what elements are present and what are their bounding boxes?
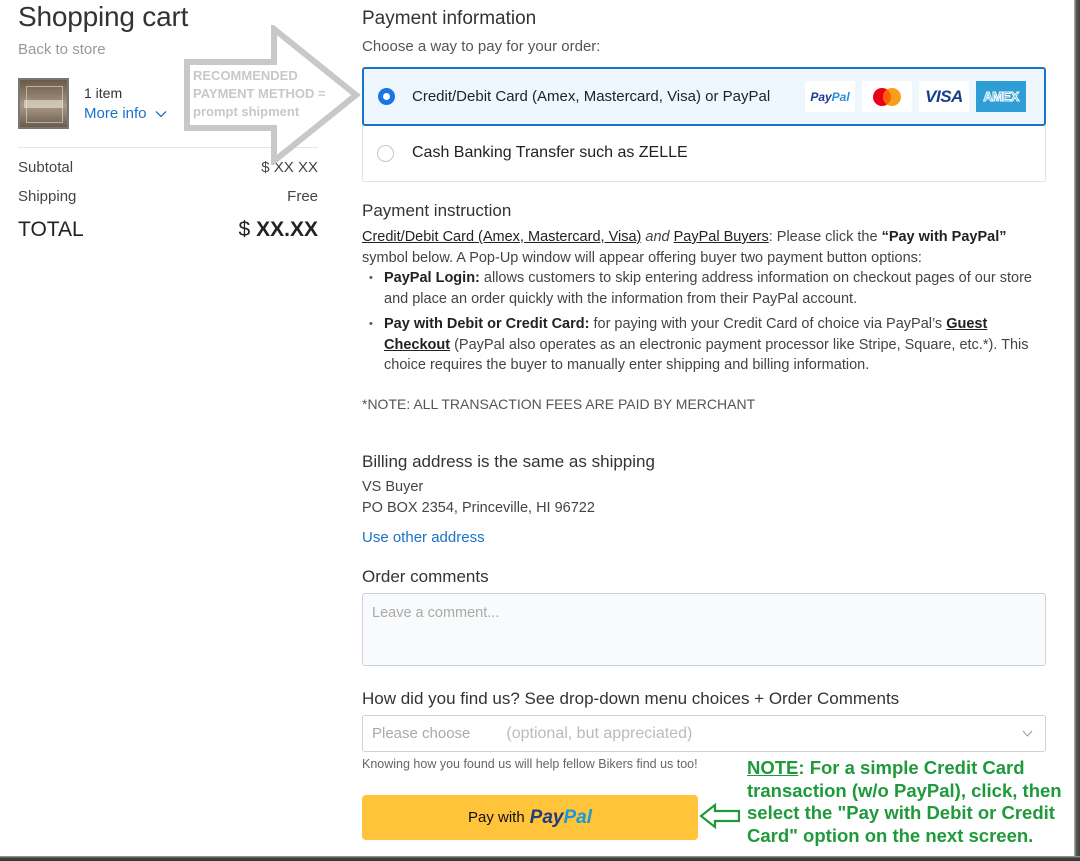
item-count: 1 item xyxy=(84,85,123,101)
payment-option-bank-transfer[interactable]: Cash Banking Transfer such as ZELLE xyxy=(362,125,1046,182)
window-frame-right xyxy=(1074,0,1080,861)
mastercard-logo-icon xyxy=(862,81,912,112)
total-row: TOTAL $ XX.XX xyxy=(18,218,318,242)
window-frame-bottom xyxy=(0,856,1080,861)
instruction-quote: “Pay with PayPal” xyxy=(881,229,1007,245)
shipping-row: Shipping Free xyxy=(18,188,318,205)
shipping-label: Shipping xyxy=(18,188,77,205)
recommended-line: PAYMENT METHOD = xyxy=(193,86,326,101)
recommended-annotation: RECOMMENDED PAYMENT METHOD = prompt ship… xyxy=(193,67,326,121)
left-arrow-icon xyxy=(699,802,741,830)
billing-address: PO BOX 2354, Princeville, HI 96722 xyxy=(362,500,595,516)
instruction-bullets: PayPal Login: allows customers to skip e… xyxy=(369,268,1046,376)
select-value: Please choose xyxy=(372,725,471,742)
subtotal-label: Subtotal xyxy=(18,159,74,176)
use-other-address-link[interactable]: Use other address xyxy=(362,529,485,546)
payment-option-label: Cash Banking Transfer such as ZELLE xyxy=(412,144,688,161)
more-info-toggle[interactable]: More info xyxy=(84,105,167,122)
list-item: Pay with Debit or Credit Card: for payin… xyxy=(369,314,1046,376)
more-info-label: More info xyxy=(84,105,147,122)
billing-title: Billing address is the same as shipping xyxy=(362,452,655,471)
instruction-card-link: Credit/Debit Card (Amex, Mastercard, Vis… xyxy=(362,229,642,245)
bullet-text: for paying with your Credit Card of choi… xyxy=(589,316,947,332)
select-hint: (optional, but appreciated) xyxy=(506,724,693,742)
instruction-paypal-link: PayPal Buyers xyxy=(673,229,769,245)
back-to-store-link[interactable]: Back to store xyxy=(18,41,106,58)
recommended-line: RECOMMENDED xyxy=(193,68,298,83)
payment-option-label: Credit/Debit Card (Amex, Mastercard, Vis… xyxy=(412,88,771,105)
instruction-intro: Credit/Debit Card (Amex, Mastercard, Vis… xyxy=(362,227,1046,268)
chevron-down-icon xyxy=(1022,730,1033,737)
shipping-value: Free xyxy=(287,188,318,205)
paypal-button-prefix: Pay with xyxy=(467,809,525,826)
total-currency: $ xyxy=(238,218,251,241)
instruction-text: : Please click the xyxy=(768,229,882,245)
bullet-title: PayPal Login: xyxy=(384,270,480,286)
total-value: XX.XX xyxy=(256,218,318,241)
bullet-text: allows customers to skip entering addres… xyxy=(384,270,1032,307)
credit-card-note: NOTE: For a simple Credit Card transacti… xyxy=(747,757,1080,847)
note-label: NOTE xyxy=(747,757,799,778)
bullet-text: (PayPal also operates as an electronic p… xyxy=(384,336,1029,374)
total-label: TOTAL xyxy=(18,218,84,241)
instruction-text: symbol below. A Pop-Up window will appea… xyxy=(362,249,922,266)
payment-title: Payment information xyxy=(362,8,537,29)
chevron-down-icon xyxy=(155,110,166,117)
card-logos: PayPal VISA AMEX xyxy=(805,81,1026,112)
radio-unselected[interactable] xyxy=(377,144,394,162)
find-us-help: Knowing how you found us will help fello… xyxy=(362,757,698,771)
billing-name: VS Buyer xyxy=(362,479,424,495)
bullet-title: Pay with Debit or Credit Card: xyxy=(384,316,590,332)
total-amount: $ XX.XX xyxy=(238,218,318,242)
recommended-line: prompt shipment xyxy=(193,104,300,119)
list-item: PayPal Login: allows customers to skip e… xyxy=(369,268,1046,309)
radio-selected[interactable] xyxy=(378,88,395,105)
payment-instruction: Credit/Debit Card (Amex, Mastercard, Vis… xyxy=(362,227,1046,376)
pay-with-paypal-button[interactable]: Pay with PayPal xyxy=(362,795,698,840)
find-us-select[interactable]: Please choose (optional, but appreciated… xyxy=(362,715,1046,752)
fee-note: *NOTE: ALL TRANSACTION FEES ARE PAID BY … xyxy=(362,396,756,412)
paypal-logo-icon: PayPal xyxy=(529,806,593,828)
page-title: Shopping cart xyxy=(18,1,189,32)
order-comments-title: Order comments xyxy=(362,567,489,586)
find-us-title: How did you find us? See drop-down menu … xyxy=(362,689,900,708)
visa-logo-icon: VISA xyxy=(919,81,969,112)
paypal-logo-icon: PayPal xyxy=(805,81,855,112)
order-comments-input[interactable] xyxy=(362,593,1046,666)
amex-logo-icon: AMEX xyxy=(976,81,1026,112)
product-thumbnail xyxy=(18,78,69,129)
payment-option-card-paypal[interactable]: Credit/Debit Card (Amex, Mastercard, Vis… xyxy=(362,67,1046,126)
instruction-title: Payment instruction xyxy=(362,201,512,220)
payment-subtitle: Choose a way to pay for your order: xyxy=(362,38,601,55)
instruction-and: and xyxy=(645,229,670,245)
